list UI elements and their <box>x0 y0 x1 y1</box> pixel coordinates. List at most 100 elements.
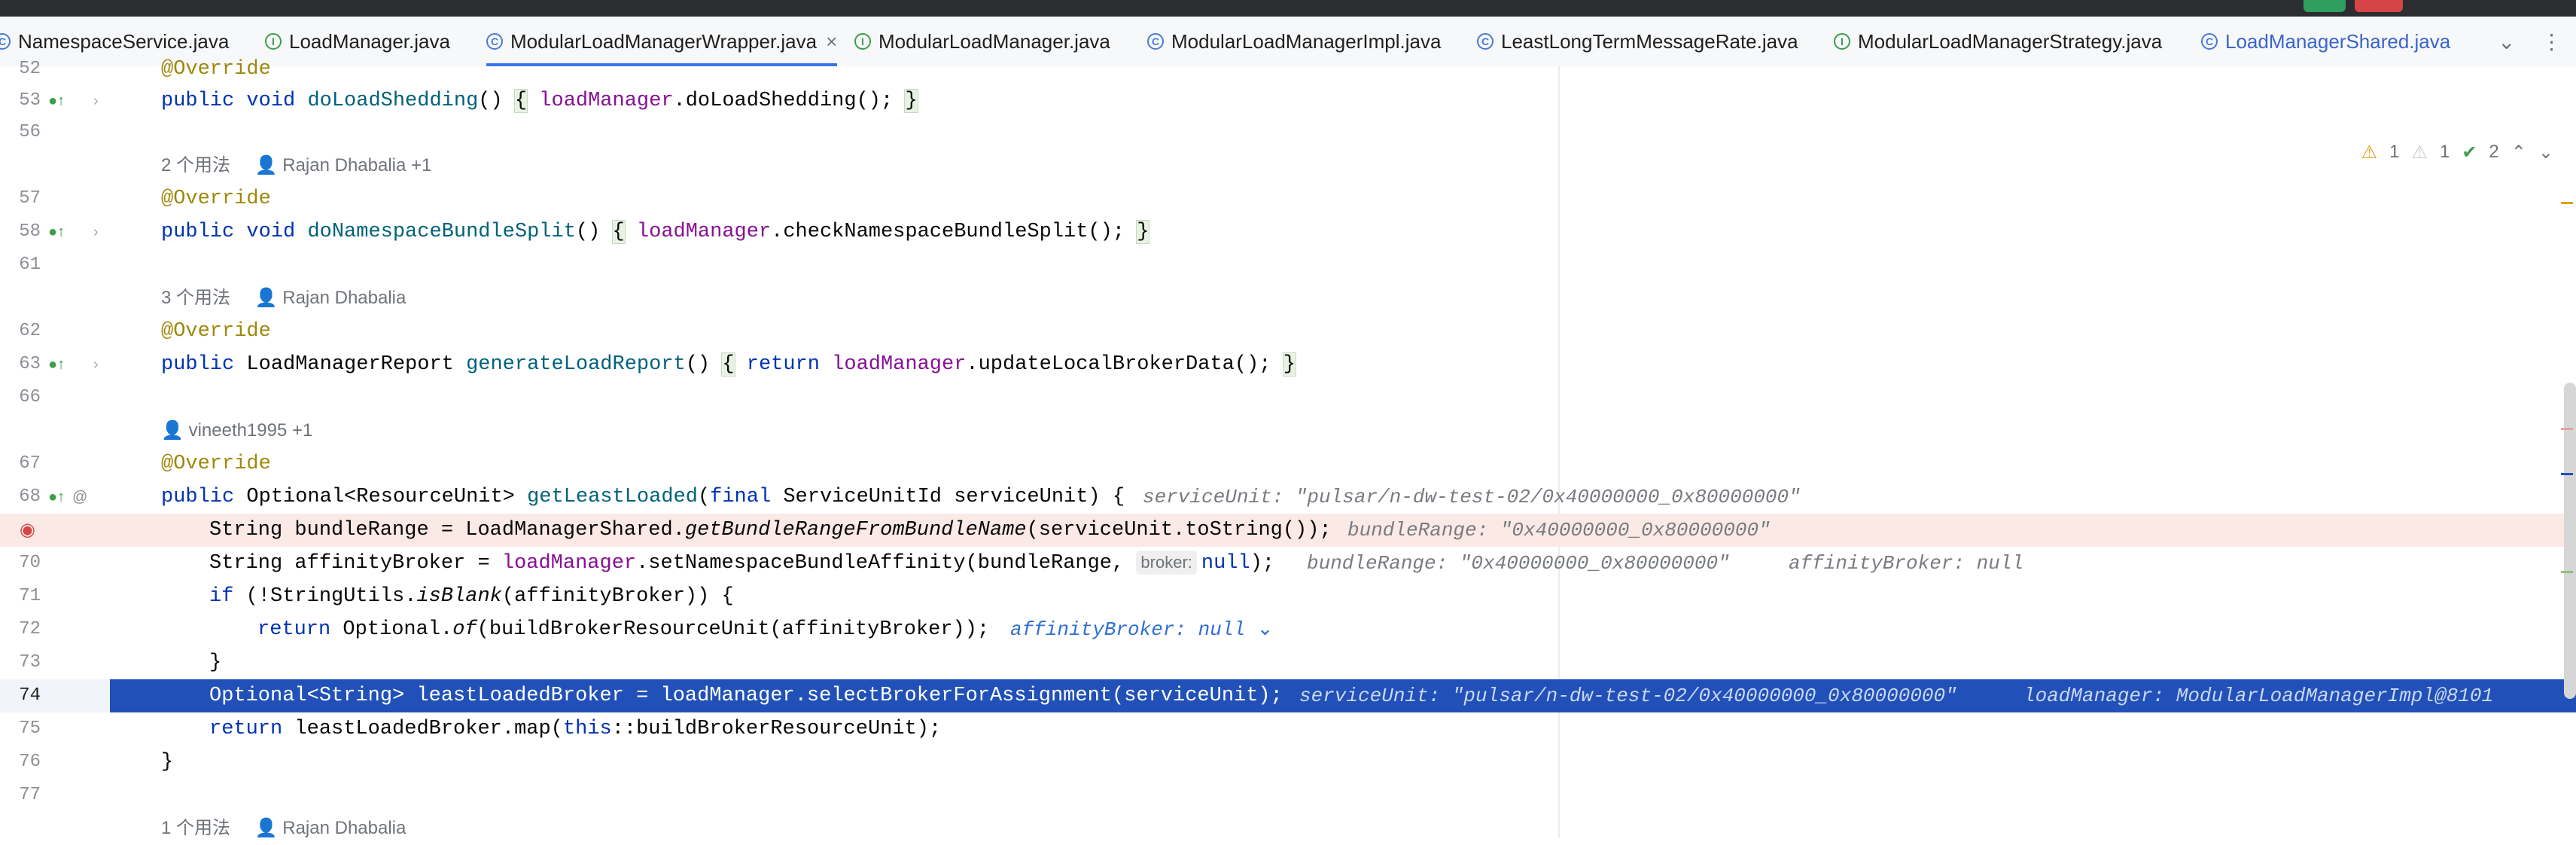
interface-icon: I <box>854 33 871 50</box>
line-number: 70 <box>19 553 41 573</box>
code-vision-author[interactable]: 👤 vineeth1995 +1 <box>161 414 312 447</box>
line-number: 66 <box>19 387 41 407</box>
code-line: 76 } <box>0 746 2576 779</box>
code-text: @Override <box>161 453 271 475</box>
breakpoint-icon[interactable]: ◉ <box>20 514 35 547</box>
error-stripe-marker[interactable] <box>2561 428 2573 430</box>
person-icon: 👤 <box>254 155 278 175</box>
code-vision-usages[interactable]: 1 个用法 👤 Rajan Dhabalia <box>161 812 406 845</box>
implements-method-icon[interactable]: ●↑ <box>48 480 65 514</box>
fold-chevron-icon[interactable]: › <box>93 348 99 381</box>
line-number: 76 <box>19 752 41 772</box>
inline-debug-value: affinityBroker: null <box>1789 552 2024 575</box>
code-line: 62 @Override <box>0 315 2576 348</box>
code-line: 67 @Override <box>0 447 2576 480</box>
tab-label: LeastLongTermMessageRate.java <box>1501 29 1798 53</box>
line-number: 68 <box>19 487 41 507</box>
class-icon: C <box>1477 33 1494 50</box>
line-number: 74 <box>19 685 41 706</box>
code-text: @Override <box>161 58 271 81</box>
run-indicator[interactable] <box>2303 0 2346 12</box>
tab-label: LoadManagerShared.java <box>2225 29 2451 53</box>
fold-chevron-icon[interactable]: › <box>93 84 99 117</box>
implements-method-icon[interactable]: ●↑ <box>48 215 65 249</box>
line-number: 58 <box>19 221 41 242</box>
code-text: return leastLoadedBroker.map(this::build… <box>209 718 942 740</box>
line-number: 61 <box>19 255 41 275</box>
code-line: 53 ●↑ › public void doLoadShedding() { l… <box>0 84 2576 117</box>
inline-debug-value[interactable]: affinityBroker: null ⌄ <box>1010 613 1273 646</box>
parameter-hint: broker: <box>1136 551 1197 575</box>
inline-debug-value: serviceUnit: "pulsar/n-dw-test-02/0x4000… <box>1143 486 1801 508</box>
code-line: 61 <box>0 249 2576 282</box>
line-number: 63 <box>19 354 41 374</box>
code-text: public LoadManagerReport generateLoadRep… <box>161 352 1296 377</box>
line-number: 57 <box>19 188 41 209</box>
error-indicator[interactable] <box>2355 0 2403 12</box>
code-text: if (!StringUtils.isBlank(affinityBroker)… <box>209 585 734 608</box>
tab-label: ModularLoadManagerWrapper.java <box>510 29 818 53</box>
code-vision-usages[interactable]: 3 个用法 👤 Rajan Dhabalia <box>161 282 406 315</box>
close-icon[interactable]: × <box>826 30 837 53</box>
annotation-icon[interactable]: @ <box>72 480 87 514</box>
warning-stripe-marker[interactable] <box>2561 202 2573 204</box>
code-text: @Override <box>161 188 271 210</box>
chevron-down-icon[interactable]: ⌄ <box>2498 29 2515 54</box>
code-text: return Optional.of(buildBrokerResourceUn… <box>257 618 990 641</box>
code-text: public void doLoadShedding() { loadManag… <box>161 89 918 113</box>
inline-debug-value: bundleRange: "0x40000000_0x80000000" <box>1347 519 1771 541</box>
caret-stripe-marker[interactable] <box>2561 473 2573 475</box>
tab-label: NamespaceService.java <box>18 29 230 53</box>
code-text: public Optional<ResourceUnit> getLeastLo… <box>161 486 1125 508</box>
interface-icon: I <box>265 33 282 50</box>
code-line: 52 @Override <box>0 53 2576 86</box>
line-number: 67 <box>19 453 41 474</box>
code-line: 58 ●↑ › public void doNamespaceBundleSpl… <box>0 215 2576 249</box>
implements-method-icon[interactable]: ●↑ <box>48 84 65 117</box>
inline-debug-value: serviceUnit: "pulsar/n-dw-test-02/0x4000… <box>1299 685 1957 707</box>
inline-debug-value: bundleRange: "0x40000000_0x80000000" <box>1307 552 1730 575</box>
tab-label: LoadManager.java <box>289 29 450 53</box>
code-editor[interactable]: ⚠ 1 ⚠ 1 ✔ 2 ⌃ ⌄ 52 @Override 53 ●↑ › public… <box>0 58 2576 838</box>
window-title-bar <box>0 0 2576 17</box>
implements-method-icon[interactable]: ●↑ <box>48 348 65 381</box>
line-number: 56 <box>19 122 41 142</box>
person-icon: 👤 <box>161 420 184 441</box>
line-number: 71 <box>19 586 41 606</box>
code-vision-usages[interactable]: 2 个用法 👤 Rajan Dhabalia +1 <box>161 149 431 182</box>
code-line: 68 ●↑ @ public Optional<ResourceUnit> ge… <box>0 480 2576 514</box>
code-line: 72 return Optional.of(buildBrokerResourc… <box>0 613 2576 646</box>
code-line-breakpoint: ◉ String bundleRange = LoadManagerShared… <box>0 514 2576 547</box>
person-icon: 👤 <box>254 288 278 308</box>
line-number: 75 <box>19 718 41 739</box>
line-number: 77 <box>19 785 41 805</box>
gutter-current-line: 74 <box>0 679 110 712</box>
code-line: 75 return leastLoadedBroker.map(this::bu… <box>0 712 2576 746</box>
code-text: Optional<String> leastLoadedBroker = loa… <box>209 685 1283 707</box>
tab-label: ModularLoadManager.java <box>878 29 1110 53</box>
person-icon: 👤 <box>254 818 278 838</box>
class-icon: C <box>1147 33 1164 50</box>
interface-icon: I <box>1834 33 1850 50</box>
tab-label: ModularLoadManagerStrategy.java <box>1858 29 2163 53</box>
change-stripe-marker[interactable] <box>2561 571 2573 573</box>
line-number: 73 <box>19 652 41 673</box>
inline-debug-value: loadManager: ModularLoadManagerImpl@8101 <box>2023 685 2494 707</box>
code-line: 73 } <box>0 646 2576 679</box>
line-number: 62 <box>19 321 41 341</box>
tab-label: ModularLoadManagerImpl.java <box>1171 29 1442 53</box>
line-number: 53 <box>19 90 41 111</box>
code-text: } <box>161 751 174 773</box>
fold-chevron-icon[interactable]: › <box>93 215 99 249</box>
code-line: 57 @Override <box>0 182 2576 215</box>
code-line: 71 if (!StringUtils.isBlank(affinityBrok… <box>0 580 2576 613</box>
chevron-down-icon[interactable]: ⌄ <box>1245 618 1274 641</box>
code-line: 63 ●↑ › public LoadManagerReport generat… <box>0 348 2576 381</box>
code-line: 56 <box>0 116 2576 149</box>
code-text: String affinityBroker = loadManager.setN… <box>209 551 1275 575</box>
class-icon: C <box>0 33 11 50</box>
class-icon: C <box>2201 33 2218 50</box>
more-vertical-icon[interactable]: ⋮ <box>2541 29 2562 54</box>
line-number: 72 <box>19 619 41 639</box>
vertical-scrollbar[interactable] <box>2564 383 2576 699</box>
